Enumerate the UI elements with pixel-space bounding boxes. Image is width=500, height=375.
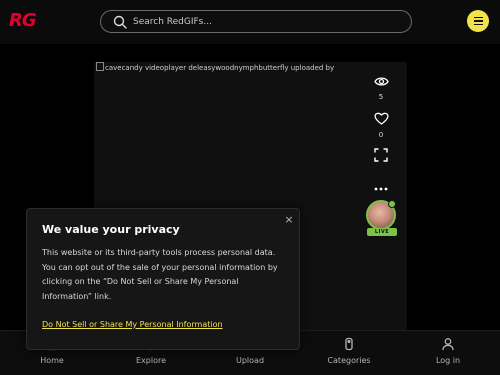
site-logo[interactable]: RG <box>9 10 37 31</box>
likes-count: 0 <box>378 131 384 139</box>
live-badge: LIVE <box>367 228 397 236</box>
nav-label-explore: Explore <box>135 356 167 365</box>
privacy-title: We value your privacy <box>42 223 180 236</box>
do-not-sell-link[interactable]: Do Not Sell or Share My Personal Informa… <box>42 320 223 329</box>
eye-icon <box>373 72 389 91</box>
nav-item-categories[interactable]: Categories <box>319 335 379 365</box>
views-action[interactable]: 5 <box>366 72 396 101</box>
privacy-body: This website or its third-party tools pr… <box>42 248 278 301</box>
nav-label-login: Log in <box>435 356 461 365</box>
tag-icon <box>319 335 379 353</box>
nav-item-login[interactable]: Log in <box>418 335 478 365</box>
more-options-button[interactable] <box>366 176 396 195</box>
nav-label-categories: Categories <box>327 356 371 365</box>
like-action[interactable]: 0 <box>366 110 396 139</box>
search-bar[interactable] <box>100 10 412 33</box>
search-icon <box>109 11 131 33</box>
views-count: 5 <box>378 93 384 101</box>
user-icon <box>418 335 478 353</box>
broken-image-icon <box>96 62 104 71</box>
nav-label-upload: Upload <box>235 356 265 365</box>
more-dots-icon <box>374 176 388 195</box>
fullscreen-icon <box>374 147 388 166</box>
close-icon[interactable]: × <box>283 214 295 226</box>
heart-icon <box>373 110 389 129</box>
search-input[interactable] <box>131 11 411 32</box>
hamburger-menu-icon[interactable] <box>467 10 489 32</box>
fullscreen-button[interactable] <box>366 147 396 166</box>
video-caption-text: cavecandy videoplayer deleasywoodnymphbu… <box>105 64 335 72</box>
video-caption: cavecandy videoplayer deleasywoodnymphbu… <box>96 62 386 72</box>
top-header: RG <box>0 0 500 44</box>
nav-label-home: Home <box>40 356 64 365</box>
online-indicator <box>388 200 396 208</box>
privacy-dialog: × We value your privacy This website or … <box>26 208 300 350</box>
creator-avatar-button[interactable]: LIVE <box>365 200 399 238</box>
